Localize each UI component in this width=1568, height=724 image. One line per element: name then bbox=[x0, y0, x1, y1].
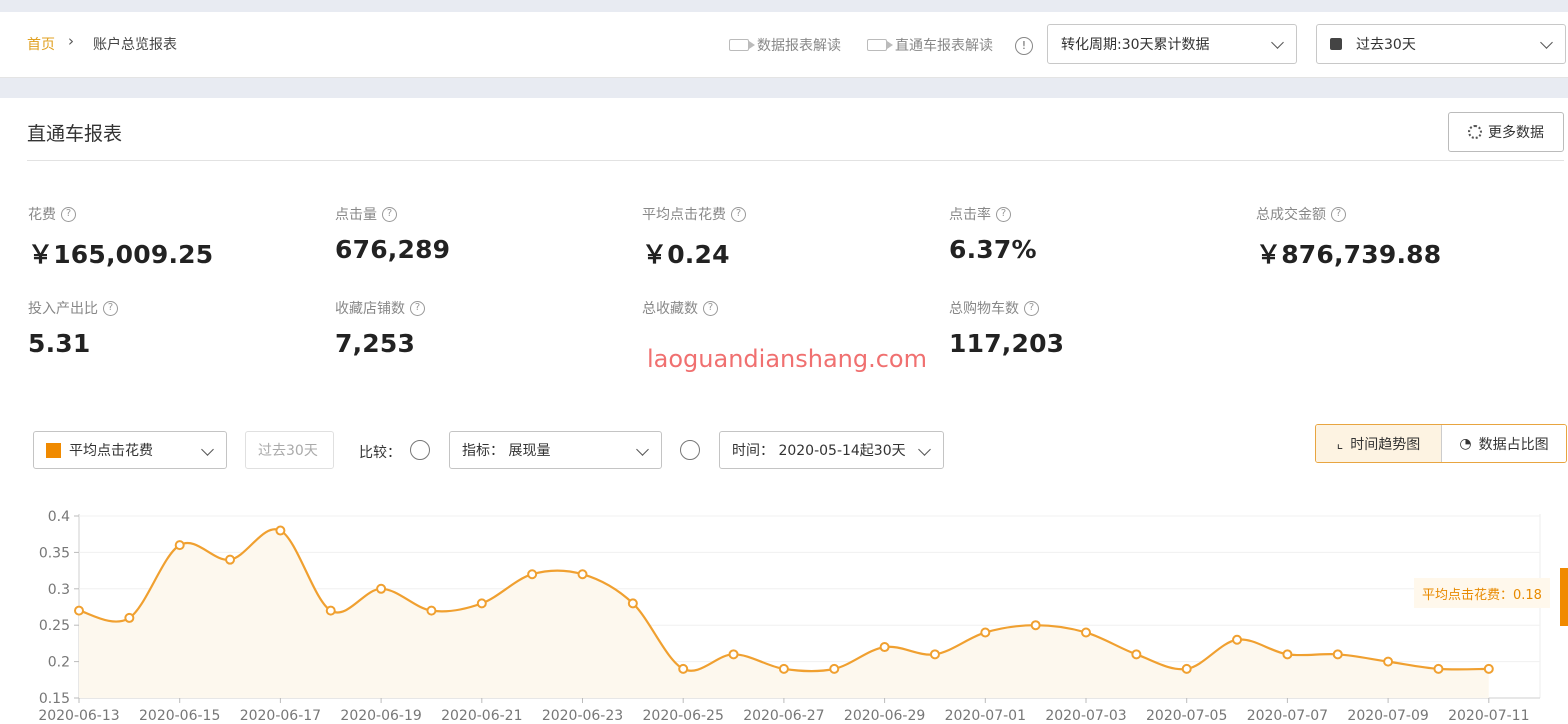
data-point bbox=[376, 583, 387, 594]
y-tick-label: 0.15 bbox=[39, 691, 70, 707]
trend-chart: 0.40.350.30.250.20.15 2020-06-13 2020-06-… bbox=[38, 509, 1541, 724]
x-tick-label: 2020-06-21 bbox=[441, 708, 522, 724]
x-tick-label: 2020-07-01 bbox=[945, 708, 1026, 724]
data-point bbox=[124, 612, 135, 623]
data-point bbox=[174, 540, 185, 551]
x-tick-label: 2020-07-11 bbox=[1448, 708, 1529, 724]
y-tick-label: 0.25 bbox=[39, 618, 70, 634]
data-point bbox=[980, 627, 991, 638]
y-axis: 0.4 0.35 0.3 0.25 0.2 0.15 bbox=[39, 509, 70, 707]
x-tick-label: 2020-07-09 bbox=[1347, 708, 1428, 724]
x-tick-label: 2020-06-27 bbox=[743, 708, 824, 724]
x-axis: 2020-06-13 2020-06-15 2020-06-17 2020-06-19… bbox=[38, 698, 1529, 724]
data-point bbox=[426, 605, 437, 616]
data-point bbox=[1181, 663, 1192, 674]
x-tick-label: 2020-07-05 bbox=[1146, 708, 1227, 724]
y-tick-label: 0.3 bbox=[48, 582, 70, 598]
data-point bbox=[678, 663, 689, 674]
data-point bbox=[1433, 663, 1444, 674]
x-tick-label: 2020-06-17 bbox=[240, 708, 321, 724]
data-point bbox=[929, 649, 940, 660]
data-point bbox=[1483, 663, 1494, 674]
data-point bbox=[325, 605, 336, 616]
data-point bbox=[1282, 649, 1293, 660]
x-tick-label: 2020-07-03 bbox=[1045, 708, 1126, 724]
data-point bbox=[225, 554, 236, 565]
y-tick-label: 0.2 bbox=[48, 655, 70, 671]
x-tick-label: 2020-07-07 bbox=[1247, 708, 1328, 724]
data-point bbox=[275, 525, 286, 536]
x-tick-label: 2020-06-25 bbox=[643, 708, 724, 724]
y-tick-label: 0.35 bbox=[39, 545, 70, 561]
data-point bbox=[74, 605, 84, 616]
data-point bbox=[476, 598, 487, 609]
chart-tooltip: 平均点击花费：0.18 bbox=[1414, 578, 1550, 608]
scroll-edge-bar bbox=[1560, 568, 1568, 626]
x-tick-label: 2020-06-19 bbox=[340, 708, 421, 724]
data-point bbox=[1383, 656, 1394, 667]
x-tick-label: 2020-06-13 bbox=[38, 708, 119, 724]
y-tick-label: 0.4 bbox=[48, 509, 70, 525]
x-tick-label: 2020-06-29 bbox=[844, 708, 925, 724]
data-point bbox=[1030, 620, 1041, 631]
data-point bbox=[1131, 649, 1142, 660]
data-point bbox=[728, 649, 739, 660]
data-point bbox=[829, 663, 840, 674]
data-point bbox=[1332, 649, 1343, 660]
x-tick-label: 2020-06-15 bbox=[139, 708, 220, 724]
data-point bbox=[527, 569, 538, 580]
data-point bbox=[778, 663, 789, 674]
data-point bbox=[577, 569, 588, 580]
data-point bbox=[1081, 627, 1091, 638]
data-point bbox=[879, 642, 890, 653]
data-point bbox=[1232, 634, 1243, 645]
x-tick-label: 2020-06-23 bbox=[542, 708, 623, 724]
data-point bbox=[627, 598, 638, 609]
